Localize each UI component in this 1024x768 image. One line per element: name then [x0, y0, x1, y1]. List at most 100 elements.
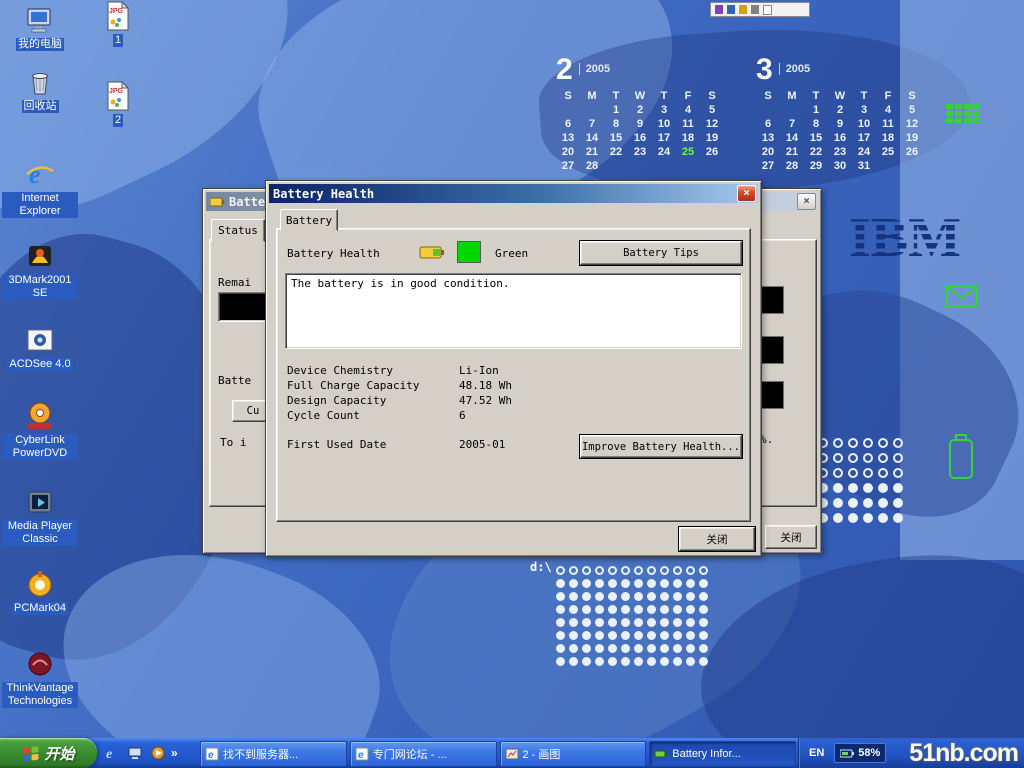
calendar-day: 5 — [700, 103, 724, 117]
dot — [863, 498, 873, 508]
desktop-icon-recycle[interactable]: 回收站 — [2, 66, 78, 113]
dot — [582, 566, 591, 575]
calendar-day: 17 — [652, 131, 676, 145]
dot — [699, 631, 708, 640]
desktop-icon-threedmark[interactable]: 3DMark2001 SE — [2, 240, 78, 300]
svg-text:JPG: JPG — [109, 8, 124, 15]
mini-settings-icon[interactable] — [739, 5, 747, 14]
quicklaunch-player-icon[interactable] — [148, 743, 168, 763]
dot — [848, 453, 858, 463]
dot — [673, 657, 682, 666]
desktop-icon-jpg[interactable]: JPG 2 — [80, 80, 156, 127]
health-status-text: Green — [495, 247, 528, 261]
desktop-icon-label: 2 — [113, 114, 123, 127]
desktop-icon-mpc[interactable]: Media Player Classic — [2, 486, 78, 546]
calendar-day — [780, 103, 804, 117]
close-icon[interactable]: × — [797, 193, 816, 210]
dot — [848, 483, 858, 493]
small-battery-icon — [419, 245, 446, 265]
close-icon[interactable]: × — [737, 185, 756, 202]
dot — [595, 605, 604, 614]
dot — [582, 605, 591, 614]
calendar-day: 6 — [756, 117, 780, 131]
desktop-icon-thinkvantage[interactable]: ThinkVantage Technologies — [2, 648, 78, 708]
quicklaunch-desktop-icon[interactable] — [125, 743, 145, 763]
envelope-icon — [946, 285, 978, 312]
calendar-day: 25 — [676, 145, 700, 159]
dot — [893, 498, 903, 508]
desktop-icon-acdsee[interactable]: ACDSee 4.0 — [2, 324, 78, 371]
desktop-icon-ie[interactable]: eInternet Explorer — [2, 158, 78, 218]
calendar-day: 10 — [852, 117, 876, 131]
desktop-icon-powerdvd[interactable]: CyberLink PowerDVD — [2, 400, 78, 460]
language-indicator[interactable]: EN — [809, 747, 824, 759]
dot — [634, 644, 643, 653]
mini-display-icon[interactable] — [727, 5, 735, 14]
improve-battery-health-button[interactable]: Improve Battery Health... — [580, 435, 742, 458]
mini-toolbar[interactable] — [710, 2, 810, 17]
keypad-grid-icon — [946, 104, 980, 135]
dot — [621, 579, 630, 588]
calendar-day: 5 — [900, 103, 924, 117]
calendar-day — [580, 103, 604, 117]
dot — [878, 468, 888, 478]
dot — [686, 657, 695, 666]
task-button-area: e找不到服务器...e专门网论坛 - ...2 - 画图Battery Info… — [200, 738, 796, 768]
dot — [699, 618, 708, 627]
quicklaunch-ie-icon[interactable]: e — [102, 743, 122, 763]
desktop-icon-label: PCMark04 — [12, 602, 68, 615]
dot — [647, 631, 656, 640]
calendar-year: 2005 — [579, 63, 610, 75]
mini-volume-icon[interactable] — [715, 5, 723, 14]
condition-textbox[interactable]: The battery is in good condition. — [285, 273, 742, 349]
dot — [556, 579, 565, 588]
taskbar-task-button[interactable]: 2 - 画图 — [500, 741, 647, 767]
desktop-icon-area: 我的电脑 JPG1回收站 JPG 2 eInternet Explorer 3DMark2… — [2, 0, 162, 730]
taskbar-task-button[interactable]: e专门网论坛 - ... — [350, 741, 497, 767]
battery-health-titlebar[interactable]: Battery Health × — [269, 184, 758, 203]
dot — [556, 592, 565, 601]
calendar-day: 8 — [604, 117, 628, 131]
desktop-icon-pcmark[interactable]: PCMark04 — [2, 568, 78, 615]
calendar-day: 13 — [756, 131, 780, 145]
jpg-icon: JPG — [102, 0, 134, 32]
info-close-button[interactable]: 关闭 — [765, 525, 817, 549]
desktop-icon-computer[interactable]: 我的电脑 — [2, 4, 78, 51]
calendar-day: 28 — [780, 159, 804, 173]
dot — [634, 605, 643, 614]
desktop-icon-jpg[interactable]: JPG1 — [80, 0, 156, 47]
computer-icon — [24, 4, 56, 36]
desktop-icon-label: 我的电脑 — [16, 38, 64, 51]
mpc-icon — [24, 486, 56, 518]
health-close-button[interactable]: 关闭 — [679, 527, 755, 551]
thinkvantage-icon — [24, 648, 56, 680]
quicklaunch-overflow-chevron[interactable]: » — [171, 746, 178, 760]
dot — [647, 566, 656, 575]
dot — [582, 579, 591, 588]
calendar-header: 32005 — [756, 55, 932, 89]
tray-battery-indicator[interactable]: 58% — [834, 743, 886, 763]
start-button[interactable]: 开始 — [0, 738, 97, 768]
mini-page-icon[interactable] — [763, 5, 772, 15]
dot — [621, 657, 630, 666]
battery-info-row: Cycle Count6 — [287, 406, 737, 421]
calendar-grid: SMTWTFS123456789101112131415161718192021… — [756, 89, 932, 173]
start-label: 开始 — [44, 743, 74, 764]
dot — [621, 566, 630, 575]
dot — [595, 579, 604, 588]
calendar-day: 18 — [876, 131, 900, 145]
dot — [569, 579, 578, 588]
taskbar-task-button[interactable]: e找不到服务器... — [200, 741, 347, 767]
threedmark-icon — [24, 240, 56, 272]
battery-status-label: Batte — [218, 374, 251, 388]
tab-battery[interactable]: Battery — [280, 209, 338, 231]
calendar-day: 6 — [556, 117, 580, 131]
battery-health-window[interactable]: Battery Health × Battery Battery Health … — [265, 180, 762, 557]
battery-tips-button[interactable]: Battery Tips — [580, 241, 742, 265]
calendar-day: 16 — [828, 131, 852, 145]
taskbar-task-button[interactable]: Battery Infor... — [649, 741, 796, 767]
tab-status[interactable]: Status — [211, 219, 265, 242]
paint-icon — [505, 747, 519, 761]
svg-text:JPG: JPG — [109, 88, 124, 95]
mini-notes-icon[interactable] — [751, 5, 759, 14]
